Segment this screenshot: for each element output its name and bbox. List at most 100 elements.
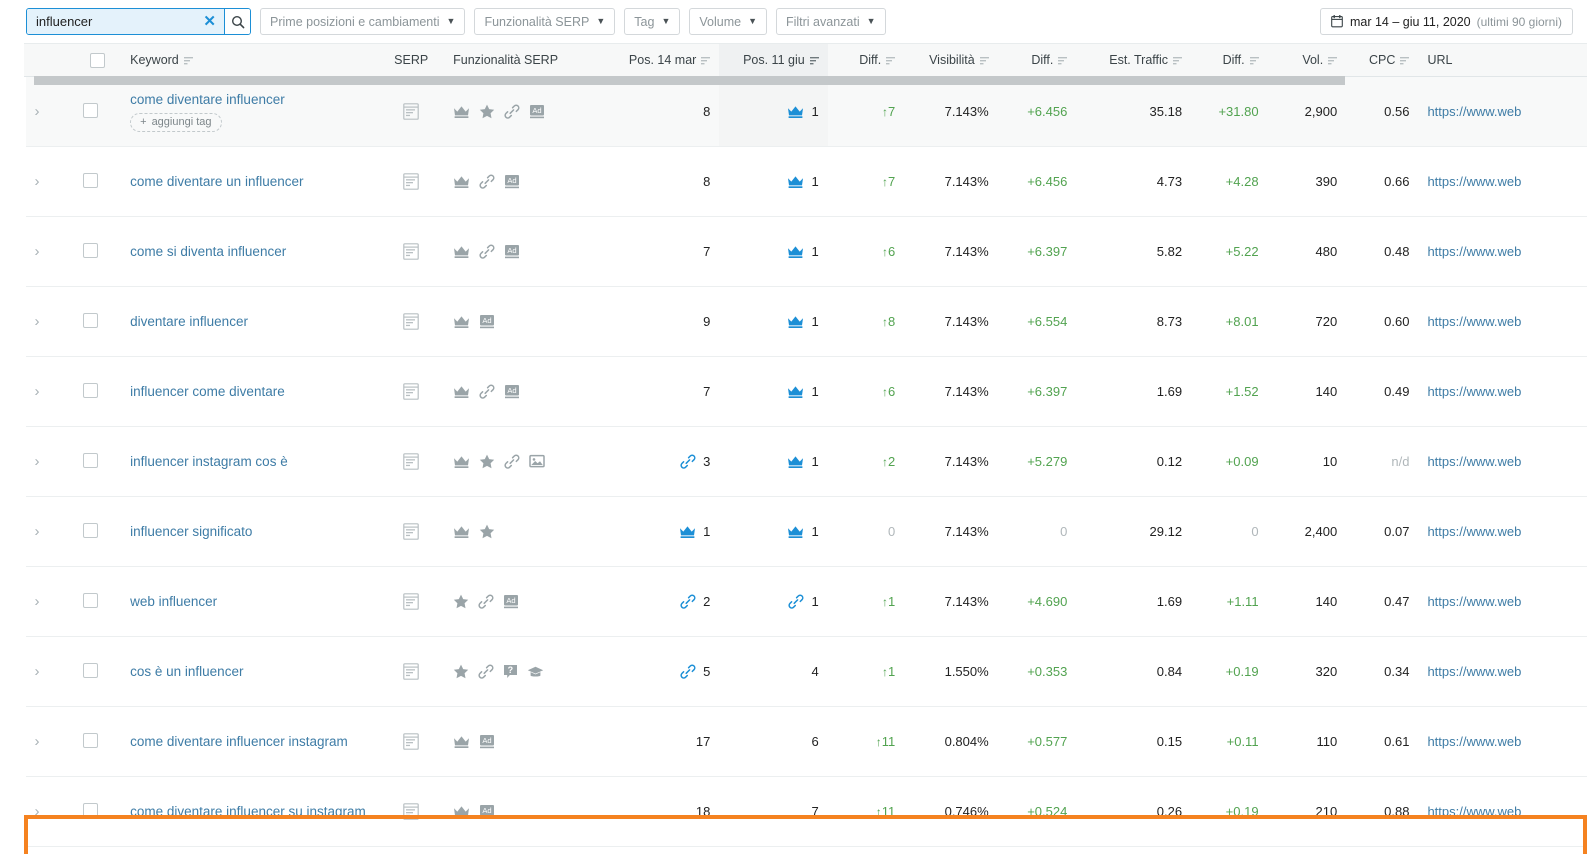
keyword-link[interactable]: cos è un influencer [130, 664, 243, 679]
table-row[interactable]: › web influencer Ad 2 1 ↑1 7.143% +4.690 1.69 +1.… [0, 566, 1587, 637]
header-pos-curr[interactable]: Pos. 11 giu [719, 43, 828, 77]
keyword-link[interactable]: influencer significato [130, 524, 252, 539]
filter-volume[interactable]: Volume ▼ [689, 8, 767, 35]
row-expand-cell[interactable]: › [25, 426, 75, 497]
header-est-traffic[interactable]: Est. Traffic [1076, 43, 1192, 77]
row-expand-cell[interactable]: › [25, 776, 75, 847]
chevron-right-icon[interactable]: › [35, 383, 40, 400]
row-checkbox[interactable] [83, 242, 99, 258]
row-select-cell[interactable] [74, 846, 122, 854]
url-link[interactable]: https://www.web [1427, 384, 1521, 399]
row-select-cell[interactable] [74, 636, 122, 707]
url-link[interactable]: https://www.web [1427, 244, 1521, 259]
header-diff-pos[interactable]: Diff. [827, 43, 905, 77]
search-input[interactable] [36, 14, 202, 29]
keyword-link[interactable]: come diventare un influencer [130, 174, 303, 189]
filter-advanced[interactable]: Filtri avanzati ▼ [775, 8, 886, 35]
sort-icon[interactable] [1058, 56, 1068, 65]
select-all-checkbox[interactable] [90, 52, 106, 68]
header-pos-prev[interactable]: Pos. 14 mar [604, 43, 720, 77]
serp-preview-cell[interactable] [378, 776, 445, 847]
url-link[interactable]: https://www.web [1427, 734, 1521, 749]
row-checkbox[interactable] [83, 452, 99, 468]
row-expand-cell[interactable]: › [25, 706, 75, 777]
table-row[interactable]: › come diventare influencer + aggiungi tag A… [0, 76, 1587, 147]
keyword-link[interactable]: come diventare influencer instagram [130, 734, 348, 749]
serp-preview-cell[interactable] [378, 566, 445, 637]
keyword-link[interactable]: come diventare influencer [130, 92, 285, 107]
row-expand-cell[interactable]: › [25, 846, 75, 854]
row-checkbox[interactable] [83, 382, 99, 398]
url-link[interactable]: https://www.web [1427, 104, 1521, 119]
row-expand-cell[interactable]: › [25, 636, 75, 707]
row-select-cell[interactable] [74, 146, 122, 217]
row-expand-cell[interactable]: › [25, 76, 75, 147]
row-checkbox[interactable] [83, 312, 99, 328]
table-row[interactable]: › influencer significato 1 1 0 7.143% 0 29.12 0 2… [0, 496, 1587, 567]
serp-preview-cell[interactable] [378, 636, 445, 707]
sort-icon[interactable] [183, 56, 193, 65]
row-checkbox[interactable] [83, 802, 99, 818]
table-row[interactable]: › come diventare influencer su instagram A… [0, 776, 1587, 847]
table-row[interactable]: › cos è un influencer? 5 4 ↑1 1.550% +0.353 0.8… [0, 636, 1587, 707]
url-link[interactable]: https://www.web [1427, 314, 1521, 329]
serp-preview-cell[interactable] [378, 496, 445, 567]
chevron-right-icon[interactable]: › [35, 733, 40, 750]
sort-icon[interactable] [979, 56, 989, 65]
header-keyword[interactable]: Keyword [121, 43, 379, 77]
keyword-link[interactable]: influencer instagram cos è [130, 454, 288, 469]
url-link[interactable]: https://www.web [1427, 524, 1521, 539]
keyword-link[interactable]: come si diventa influencer [130, 244, 286, 259]
header-vol[interactable]: Vol. [1267, 43, 1347, 77]
serp-preview-cell[interactable] [378, 216, 445, 287]
chevron-right-icon[interactable]: › [35, 593, 40, 610]
table-row[interactable]: › diventare influencer Ad 9 1 ↑8 7.143% +6.554 8… [0, 286, 1587, 357]
chevron-right-icon[interactable]: › [35, 803, 40, 820]
row-select-cell[interactable] [74, 566, 122, 637]
serp-preview-cell[interactable] [378, 846, 445, 854]
row-select-cell[interactable] [74, 76, 122, 147]
filter-top-positions[interactable]: Prime posizioni e cambiamenti ▼ [260, 8, 466, 35]
sort-icon[interactable] [1249, 56, 1259, 65]
table-row[interactable]: › come diventare un influencer Ad 8 1 ↑7 7.143… [0, 146, 1587, 217]
row-select-cell[interactable] [74, 356, 122, 427]
chevron-right-icon[interactable]: › [35, 313, 40, 330]
chevron-right-icon[interactable]: › [35, 453, 40, 470]
keyword-link[interactable]: diventare influencer [130, 314, 248, 329]
row-expand-cell[interactable]: › [25, 566, 75, 637]
serp-preview-cell[interactable] [378, 286, 445, 357]
keyword-link[interactable]: come diventare influencer su instagram [130, 804, 366, 819]
chevron-right-icon[interactable]: › [35, 173, 40, 190]
sort-icon[interactable] [1400, 56, 1410, 65]
row-select-cell[interactable] [74, 706, 122, 777]
table-row[interactable]: › influencer come diventare Ad 7 1 ↑6 7.143% +6… [0, 356, 1587, 427]
header-cpc[interactable]: CPC [1346, 43, 1419, 77]
url-link[interactable]: https://www.web [1427, 594, 1521, 609]
table-row[interactable]: › come si diventa influencer Ad 7 1 ↑6 7.143% +… [0, 216, 1587, 287]
row-select-cell[interactable] [74, 496, 122, 567]
url-link[interactable]: https://www.web [1427, 804, 1521, 819]
row-expand-cell[interactable]: › [25, 286, 75, 357]
row-checkbox[interactable] [83, 732, 99, 748]
row-select-cell[interactable] [74, 286, 122, 357]
serp-preview-cell[interactable] [378, 706, 445, 777]
row-select-cell[interactable] [74, 426, 122, 497]
header-visibility[interactable]: Visibilità [904, 43, 998, 77]
serp-preview-cell[interactable] [378, 356, 445, 427]
serp-preview-cell[interactable] [378, 76, 445, 147]
search-button[interactable] [224, 9, 250, 34]
sort-icon[interactable] [886, 56, 896, 65]
row-checkbox[interactable] [83, 522, 99, 538]
sort-icon[interactable] [1328, 56, 1338, 65]
chevron-right-icon[interactable]: › [35, 663, 40, 680]
row-checkbox[interactable] [83, 172, 99, 188]
table-row[interactable]: › influencer instagram cos è 3 1 ↑2 7.143% +5.… [0, 426, 1587, 497]
header-diff-vis[interactable]: Diff. [997, 43, 1077, 77]
filter-tag[interactable]: Tag ▼ [624, 8, 681, 35]
row-expand-cell[interactable]: › [25, 496, 75, 567]
row-expand-cell[interactable]: › [25, 146, 75, 217]
filter-serp-features[interactable]: Funzionalità SERP ▼ [474, 8, 616, 35]
serp-preview-cell[interactable] [378, 426, 445, 497]
row-checkbox[interactable] [83, 592, 99, 608]
chevron-right-icon[interactable]: › [35, 243, 40, 260]
